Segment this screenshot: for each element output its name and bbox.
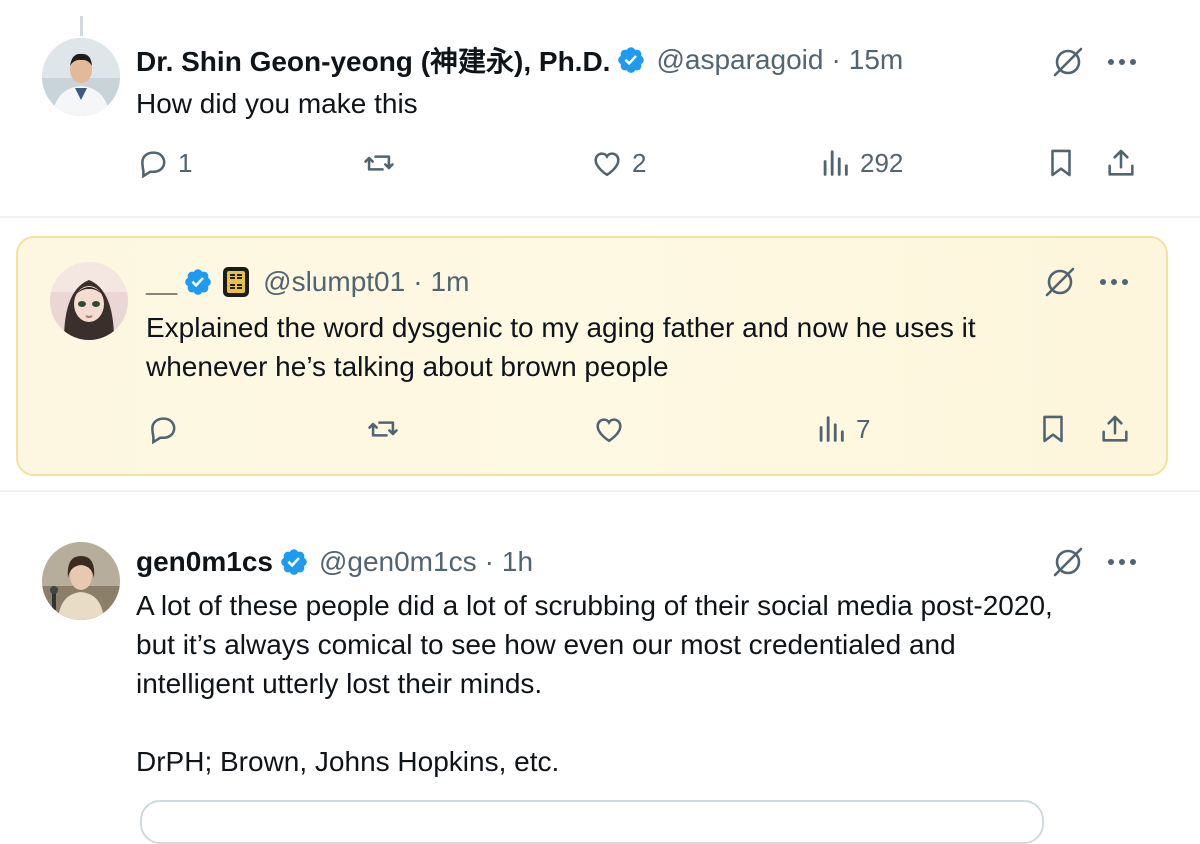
share-button[interactable] (1104, 146, 1138, 180)
divider (0, 490, 1200, 492)
timestamp[interactable]: 1m (431, 266, 470, 298)
affiliate-badge[interactable] (223, 267, 250, 297)
like-button[interactable]: 2 (590, 146, 646, 180)
repost-button[interactable] (362, 146, 404, 180)
views-count: 7 (856, 413, 871, 444)
separator-dot: · (831, 44, 841, 75)
separator-dot: · (413, 266, 423, 297)
post-text: How did you make this (136, 88, 418, 119)
reply-button[interactable]: 1 (136, 146, 192, 180)
grok-icon[interactable] (1050, 44, 1086, 80)
bookmark-icon (1043, 415, 1063, 443)
thread-connector (80, 16, 83, 36)
views-button[interactable]: 7 (814, 412, 870, 446)
repost-button[interactable] (366, 412, 408, 446)
more-icon[interactable] (1104, 44, 1140, 80)
share-button[interactable] (1098, 412, 1132, 446)
avatar[interactable] (42, 38, 120, 116)
share-icon (1108, 149, 1134, 176)
display-name[interactable]: gen0m1cs (136, 546, 273, 578)
bookmark-button[interactable] (1044, 146, 1078, 180)
more-icon[interactable] (1096, 264, 1132, 300)
more-icon[interactable] (1104, 544, 1140, 580)
like-button[interactable] (592, 412, 634, 446)
like-count: 2 (632, 147, 647, 178)
grok-icon[interactable] (1050, 544, 1086, 580)
verified-badge-icon[interactable] (183, 267, 213, 297)
handle[interactable]: @slumpt01 (263, 266, 405, 298)
share-icon (1102, 415, 1128, 442)
reply-button[interactable] (146, 412, 188, 446)
reply-count: 1 (178, 147, 193, 178)
bookmark-icon (1051, 149, 1071, 177)
verified-badge-icon[interactable] (616, 45, 646, 75)
grok-icon[interactable] (1042, 264, 1078, 300)
post-text: Explained the word dysgenic to my aging … (146, 312, 976, 382)
timestamp[interactable]: 1h (502, 546, 533, 578)
divider (0, 216, 1200, 218)
timestamp[interactable]: 15m (849, 44, 903, 76)
like-icon (596, 418, 622, 443)
like-icon (594, 152, 620, 177)
handle[interactable]: @asparagoid (656, 44, 823, 76)
verified-badge-icon[interactable] (279, 547, 309, 577)
avatar[interactable] (50, 262, 128, 340)
views-icon (819, 416, 844, 442)
handle[interactable]: @gen0m1cs (319, 546, 477, 578)
quoted-post-card[interactable] (140, 800, 1044, 844)
reply-icon (151, 417, 176, 445)
reply-icon (141, 151, 166, 179)
repost-icon (364, 155, 394, 171)
avatar[interactable] (42, 542, 120, 620)
views-icon (823, 150, 848, 176)
display-name[interactable]: __ (146, 266, 177, 298)
display-name[interactable]: Dr. Shin Geon-yeong (神建永), Ph.D. (136, 40, 610, 80)
separator-dot: · (484, 546, 494, 577)
post-text: A lot of these people did a lot of scrub… (136, 590, 1053, 777)
repost-icon (368, 421, 398, 437)
bookmark-button[interactable] (1036, 412, 1070, 446)
views-count: 292 (860, 147, 904, 178)
views-button[interactable]: 292 (818, 146, 903, 180)
